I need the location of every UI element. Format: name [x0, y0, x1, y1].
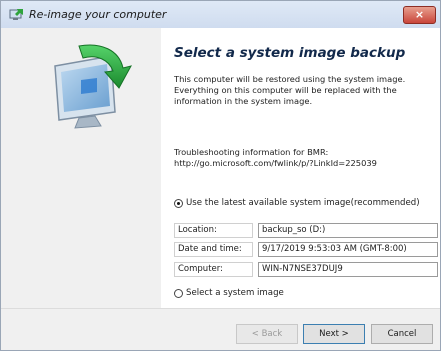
cancel-button[interactable]: Cancel [371, 324, 433, 344]
close-icon: × [414, 8, 425, 21]
button-bar: < Back Next > Cancel [1, 308, 440, 350]
location-label: Location: [174, 223, 253, 238]
computer-label: Computer: [174, 262, 253, 277]
latest-image-radio[interactable] [174, 198, 183, 208]
computer-value: WIN-N7NSE37DUJ9 [258, 262, 438, 277]
latest-image-label: Use the latest available system image(re… [186, 198, 420, 208]
select-image-label: Select a system image [186, 288, 284, 298]
page-title: Select a system image backup [174, 45, 406, 61]
reimage-dialog: Re-image your computer × Select a system… [0, 0, 441, 351]
system-restore-icon [8, 7, 24, 23]
select-image-option[interactable]: Select a system image [174, 287, 284, 299]
troubleshooting-link: http://go.microsoft.com/fwlink/p/?LinkId… [174, 158, 377, 168]
date-time-label: Date and time: [174, 242, 253, 257]
side-panel [1, 28, 161, 308]
window-title: Re-image your computer [29, 8, 167, 21]
location-value: backup_so (D:) [258, 223, 438, 238]
select-image-radio[interactable] [174, 288, 183, 298]
latest-image-option[interactable]: Use the latest available system image(re… [174, 197, 420, 209]
next-button[interactable]: Next > [303, 324, 365, 344]
date-time-row: Date and time: 9/17/2019 9:53:03 AM (GMT… [174, 242, 438, 257]
date-time-value: 9/17/2019 9:53:03 AM (GMT-8:00) [258, 242, 438, 257]
troubleshooting-info: Troubleshooting information for BMR: htt… [174, 147, 436, 169]
close-button[interactable]: × [403, 6, 436, 24]
description-text: This computer will be restored using the… [174, 74, 406, 106]
location-row: Location: backup_so (D:) [174, 223, 438, 238]
troubleshooting-label: Troubleshooting information for BMR: [174, 147, 329, 157]
system-image-illustration [54, 44, 132, 129]
content-panel: Select a system image backup This comput… [161, 28, 440, 308]
computer-row: Computer: WIN-N7NSE37DUJ9 [174, 262, 438, 277]
title-bar[interactable]: Re-image your computer × [1, 1, 440, 28]
back-button[interactable]: < Back [236, 324, 298, 344]
